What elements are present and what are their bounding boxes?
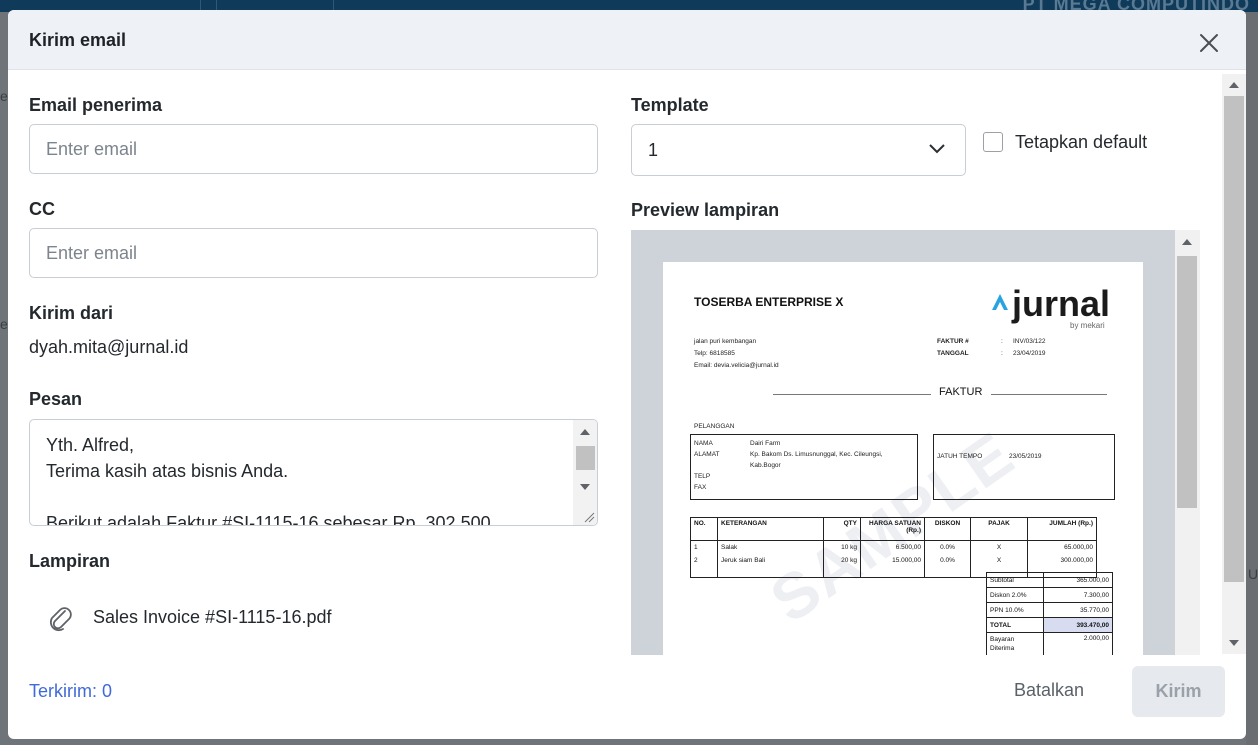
svg-text:jurnal: jurnal: [1011, 286, 1110, 324]
scroll-down-icon[interactable]: [1229, 640, 1239, 646]
customer-values: Dairi Farm Kp. Bakom Ds. Limusnunggal, K…: [750, 440, 883, 469]
background-text-fragment: e: [0, 316, 8, 332]
attachment-preview[interactable]: SAMPLE TOSERBA ENTERPRISE X jurnal by me…: [631, 230, 1200, 655]
scroll-up-icon[interactable]: [1229, 82, 1239, 88]
attachments-label: Lampiran: [29, 551, 111, 571]
template-select[interactable]: 1: [631, 124, 966, 176]
due-date-box: [933, 434, 1115, 500]
scroll-up-icon[interactable]: [1182, 239, 1192, 245]
dialog-header: Kirim email: [8, 10, 1246, 70]
chevron-down-icon: [929, 144, 945, 154]
due-date-value: 23/05/2019: [1009, 453, 1042, 460]
scrollbar-thumb[interactable]: [576, 446, 595, 470]
invoice-meta-colons: : :: [1001, 338, 1003, 357]
close-icon[interactable]: [1198, 32, 1220, 54]
message-label: Pesan: [29, 389, 83, 409]
jurnal-logo: jurnal by mekari: [992, 286, 1110, 330]
invoice-items-table: NO. KETERANGAN QTY HARGA SATUAN (Rp.) DI…: [690, 517, 1097, 578]
preview-scrollbar[interactable]: [1175, 230, 1200, 655]
cc-email-input[interactable]: [29, 228, 598, 278]
scroll-down-icon[interactable]: [580, 484, 590, 490]
dialog-title: Kirim email: [29, 30, 127, 50]
table-row: TOTAL 393.470,00: [986, 617, 1113, 633]
message-scrollbar[interactable]: [573, 420, 597, 525]
paperclip-icon: [49, 607, 72, 632]
recipient-label: Email penerima: [29, 95, 163, 115]
invoice-title: FAKTUR: [939, 386, 983, 398]
invoice-company-name: TOSERBA ENTERPRISE X: [694, 295, 844, 309]
invoice-totals-table: Subtotal 365.000,00 Diskon 2.0% 7.300,00 P…: [986, 572, 1113, 655]
message-textarea[interactable]: Yth. Alfred, Terima kasih atas bisnis An…: [29, 419, 598, 526]
table-row: Diskon 2.0% 7.300,00: [986, 587, 1113, 603]
sender-email: dyah.mita@jurnal.id: [29, 337, 189, 357]
table-row: 1 Salak 10 kg 6.500,00 0.0% X 65.000,00: [690, 540, 1097, 554]
invoice-meta-values: INV/03/122 23/04/2019: [1013, 338, 1046, 357]
invoice-meta-labels: FAKTUR # TANGGAL: [937, 338, 969, 357]
table-row: PPN 10.0% 35.770,00: [986, 602, 1113, 618]
cc-label: CC: [29, 199, 55, 219]
set-default-label: Tetapkan default: [1015, 132, 1148, 152]
customer-labels: NAMA ALAMAT TELP FAX: [694, 440, 720, 491]
dialog-scrollbar[interactable]: [1222, 74, 1246, 654]
background-right-edge: U: [1246, 12, 1258, 745]
cancel-button[interactable]: Batalkan: [1014, 680, 1084, 701]
scrollbar-thumb[interactable]: [1177, 256, 1197, 508]
table-row: Bayaran Diterima 2.000,00: [986, 632, 1113, 655]
invoice-address: jalan puri kembangan Telp: 6818585 Email…: [694, 338, 779, 369]
scroll-up-icon[interactable]: [580, 429, 590, 435]
preview-label: Preview lampiran: [631, 200, 780, 220]
send-email-dialog: Kirim email Email penerima CC Kirim dari…: [8, 10, 1246, 739]
sent-count: Terkirim: 0: [29, 681, 113, 701]
message-text: Yth. Alfred, Terima kasih atas bisnis An…: [46, 435, 491, 526]
table-row: 2 Jeruk siam Bali 20 kg 15.000,00 0.0% X…: [690, 554, 1097, 567]
due-date-label: JATUH TEMPO: [937, 453, 983, 460]
svg-text:by mekari: by mekari: [1070, 321, 1105, 330]
attachment-file-name: Sales Invoice #SI-1115-16.pdf: [93, 607, 332, 627]
sender-label: Kirim dari: [29, 303, 114, 323]
checkbox-box[interactable]: [983, 132, 1003, 152]
background-text-fragment: e: [0, 88, 8, 104]
scrollbar-thumb[interactable]: [1224, 96, 1244, 582]
send-button[interactable]: Kirim: [1132, 666, 1225, 717]
recipient-email-input[interactable]: [29, 124, 598, 174]
resize-handle-icon[interactable]: [583, 511, 595, 523]
template-selected-value: 1: [648, 140, 659, 160]
customer-heading: PELANGGAN: [694, 423, 735, 430]
invoice-document: SAMPLE TOSERBA ENTERPRISE X jurnal by me…: [663, 262, 1143, 655]
template-label: Template: [631, 95, 709, 115]
table-row: Subtotal 365.000,00: [986, 572, 1113, 588]
